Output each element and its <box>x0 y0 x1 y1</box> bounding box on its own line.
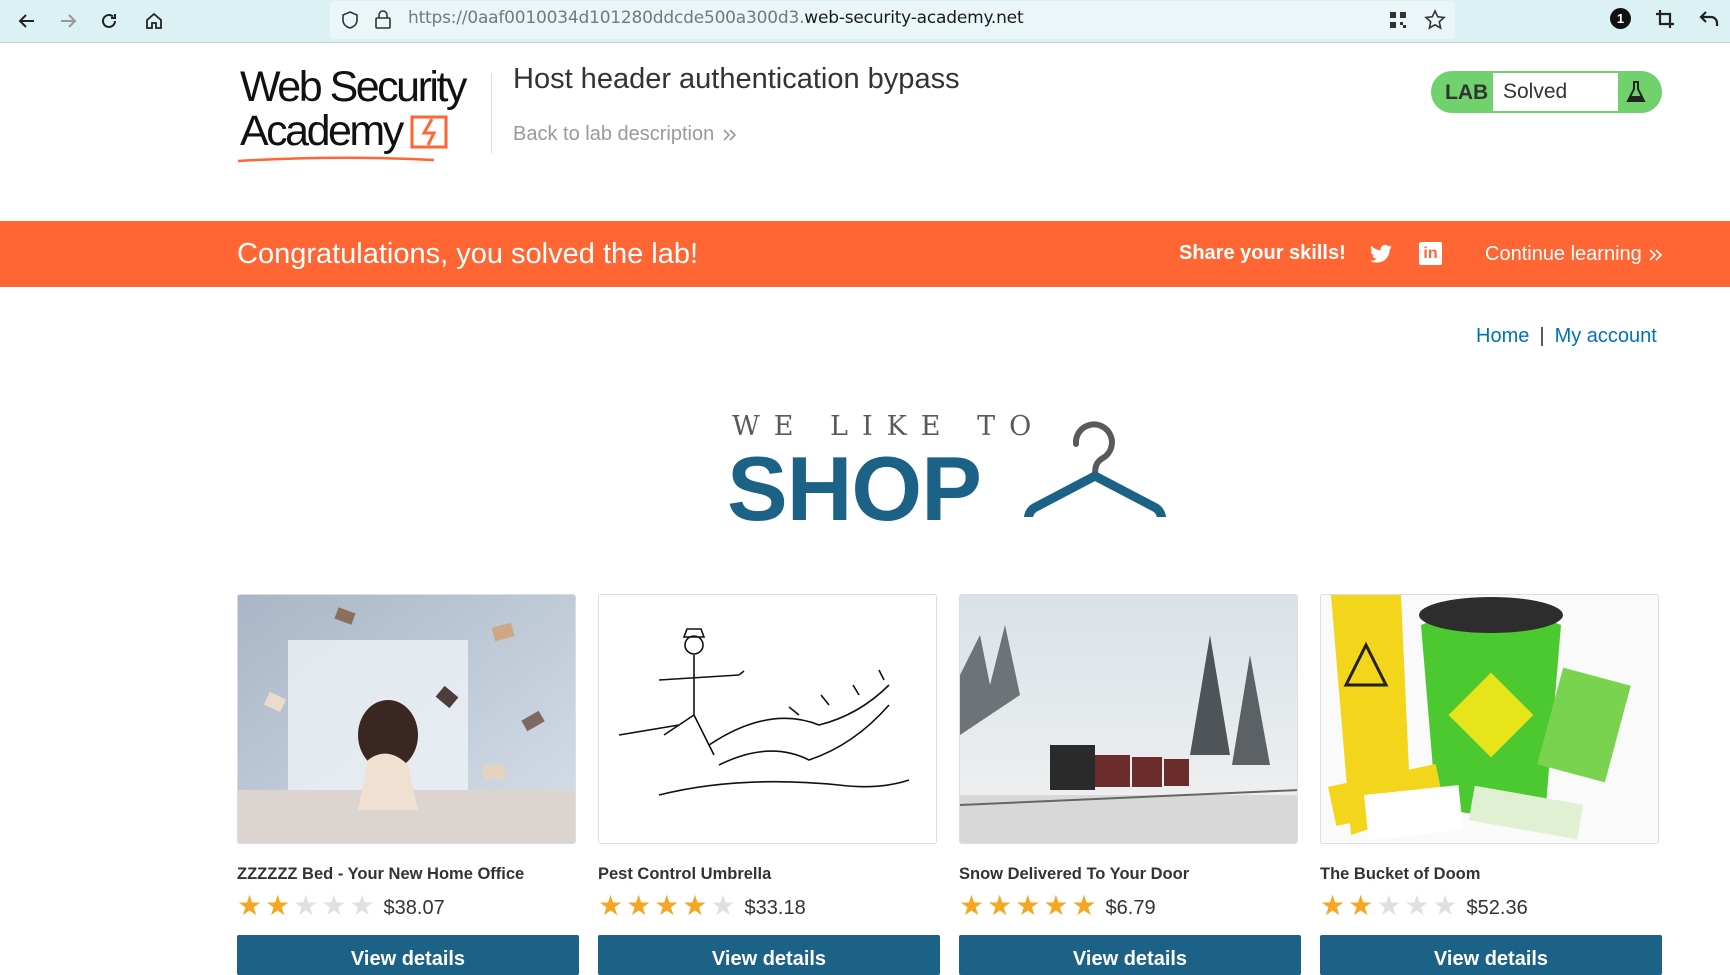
qr-code-icon[interactable] <box>1388 10 1408 30</box>
share-label: Share your skills! <box>1179 242 1346 264</box>
bookmark-star-icon[interactable] <box>1424 9 1446 31</box>
product-image-umbrella[interactable] <box>598 594 937 844</box>
star-filled-icon: ★ <box>1071 890 1097 921</box>
url-host: web-security-academy.net <box>804 8 1024 28</box>
twitter-icon[interactable] <box>1369 242 1393 266</box>
product-price: $33.18 <box>744 896 806 919</box>
forward-arrow-icon[interactable] <box>53 6 83 36</box>
logo-line-1: Web Security <box>240 63 467 111</box>
star-empty-icon: ★ <box>1376 890 1402 921</box>
product-image-snow-train[interactable] <box>959 594 1298 844</box>
double-chevron-right-icon <box>1649 248 1662 261</box>
lab-label: LAB <box>1445 81 1489 104</box>
product-grid: ZZZZZZ Bed - Your New Home Office ★ ★ ★ ★ ★ … <box>237 594 1662 975</box>
home-icon[interactable] <box>139 6 169 36</box>
product-rating-row: ★ ★ ★ ★ ★ $6.79 <box>959 892 1301 920</box>
product-price: $38.07 <box>383 896 445 919</box>
logo-underline-icon <box>237 156 435 163</box>
view-details-button[interactable]: View details <box>598 935 940 975</box>
star-rating: ★ ★ ★ ★ ★ <box>959 892 1097 920</box>
shield-icon[interactable] <box>340 10 360 30</box>
star-filled-icon: ★ <box>959 890 985 921</box>
star-empty-icon: ★ <box>710 890 736 921</box>
crop-icon[interactable] <box>1654 8 1676 30</box>
star-filled-icon: ★ <box>682 890 708 921</box>
undo-icon[interactable] <box>1698 8 1720 30</box>
star-rating: ★ ★ ★ ★ ★ <box>237 892 375 920</box>
flask-icon <box>1626 81 1646 102</box>
product-rating-row: ★ ★ ★ ★ ★ $52.36 <box>1320 892 1662 920</box>
continue-learning-link[interactable]: Continue learning <box>1485 243 1664 266</box>
extension-badge[interactable]: 1 <box>1610 8 1631 29</box>
product-image-bucket-of-doom[interactable] <box>1320 594 1659 844</box>
back-to-description-link[interactable]: Back to lab description <box>513 123 738 146</box>
my-account-link[interactable]: My account <box>1555 325 1657 348</box>
product-price: $6.79 <box>1105 896 1156 919</box>
product-rating-row: ★ ★ ★ ★ ★ $33.18 <box>598 892 940 920</box>
star-filled-icon: ★ <box>626 890 652 921</box>
continue-label: Continue learning <box>1485 243 1642 265</box>
product-name: Pest Control Umbrella <box>598 865 772 883</box>
product-card: ZZZZZZ Bed - Your New Home Office ★ ★ ★ ★ ★ … <box>237 594 579 975</box>
star-filled-icon: ★ <box>1015 890 1041 921</box>
back-arrow-icon[interactable] <box>12 6 42 36</box>
view-details-button[interactable]: View details <box>1320 935 1662 975</box>
product-card: Snow Delivered To Your Door ★ ★ ★ ★ ★ $6.79 … <box>959 594 1301 975</box>
congrats-message: Congratulations, you solved the lab! <box>237 238 699 270</box>
lock-icon[interactable] <box>374 9 392 29</box>
logo-line-2-row: Academy <box>240 109 490 153</box>
shop-logo-title: SHOP <box>727 439 982 540</box>
browser-toolbar: https://0aaf0010034d101280ddcde500a300d3… <box>0 0 1730 43</box>
logo-line-2: Academy <box>240 107 404 155</box>
view-details-button[interactable]: View details <box>959 935 1301 975</box>
product-card: Pest Control Umbrella ★ ★ ★ ★ ★ $33.18 View … <box>598 594 940 975</box>
product-price: $52.36 <box>1466 896 1528 919</box>
star-empty-icon: ★ <box>1432 890 1458 921</box>
top-nav: Home | My account <box>1476 325 1657 348</box>
nav-separator: | <box>1539 325 1545 347</box>
product-name: Snow Delivered To Your Door <box>959 865 1190 883</box>
url-text: https://0aaf0010034d101280ddcde500a300d3… <box>408 8 1024 28</box>
reload-icon[interactable] <box>94 6 124 36</box>
product-card: The Bucket of Doom ★ ★ ★ ★ ★ $52.36 View det… <box>1320 594 1662 975</box>
star-empty-icon: ★ <box>293 890 319 921</box>
star-filled-icon: ★ <box>237 890 263 921</box>
product-rating-row: ★ ★ ★ ★ ★ $38.07 <box>237 892 579 920</box>
url-prefix: https://0aaf0010034d101280ddcde500a300d3… <box>408 8 805 28</box>
star-filled-icon: ★ <box>1043 890 1069 921</box>
star-filled-icon: ★ <box>987 890 1013 921</box>
home-link[interactable]: Home <box>1476 325 1529 348</box>
lab-status-text: Solved <box>1493 73 1618 111</box>
back-link-label: Back to lab description <box>513 123 715 145</box>
product-name: ZZZZZZ Bed - Your New Home Office <box>237 865 525 883</box>
clothes-hanger-icon <box>1020 421 1170 526</box>
product-image-bed[interactable] <box>237 594 576 844</box>
linkedin-icon[interactable]: in <box>1419 242 1442 265</box>
double-chevron-right-icon <box>723 128 737 141</box>
header-divider <box>491 73 492 153</box>
star-rating: ★ ★ ★ ★ ★ <box>1320 892 1458 920</box>
web-security-academy-logo[interactable]: Web Security Academy <box>237 63 490 165</box>
star-rating: ★ ★ ★ ★ ★ <box>598 892 736 920</box>
star-filled-icon: ★ <box>1348 890 1374 921</box>
star-filled-icon: ★ <box>265 890 291 921</box>
star-filled-icon: ★ <box>598 890 624 921</box>
logo-bolt-icon <box>410 115 448 149</box>
lab-status-widget: LAB Solved <box>1431 71 1662 113</box>
view-details-button[interactable]: View details <box>237 935 579 975</box>
lab-title: Host header authentication bypass <box>513 63 960 95</box>
product-name: The Bucket of Doom <box>1320 865 1481 883</box>
solved-banner: Congratulations, you solved the lab! Sha… <box>0 221 1730 287</box>
academy-header: Web Security Academy Host header authent… <box>0 43 1730 221</box>
star-empty-icon: ★ <box>349 890 375 921</box>
star-filled-icon: ★ <box>1320 890 1346 921</box>
star-empty-icon: ★ <box>1404 890 1430 921</box>
star-empty-icon: ★ <box>321 890 347 921</box>
star-filled-icon: ★ <box>654 890 680 921</box>
